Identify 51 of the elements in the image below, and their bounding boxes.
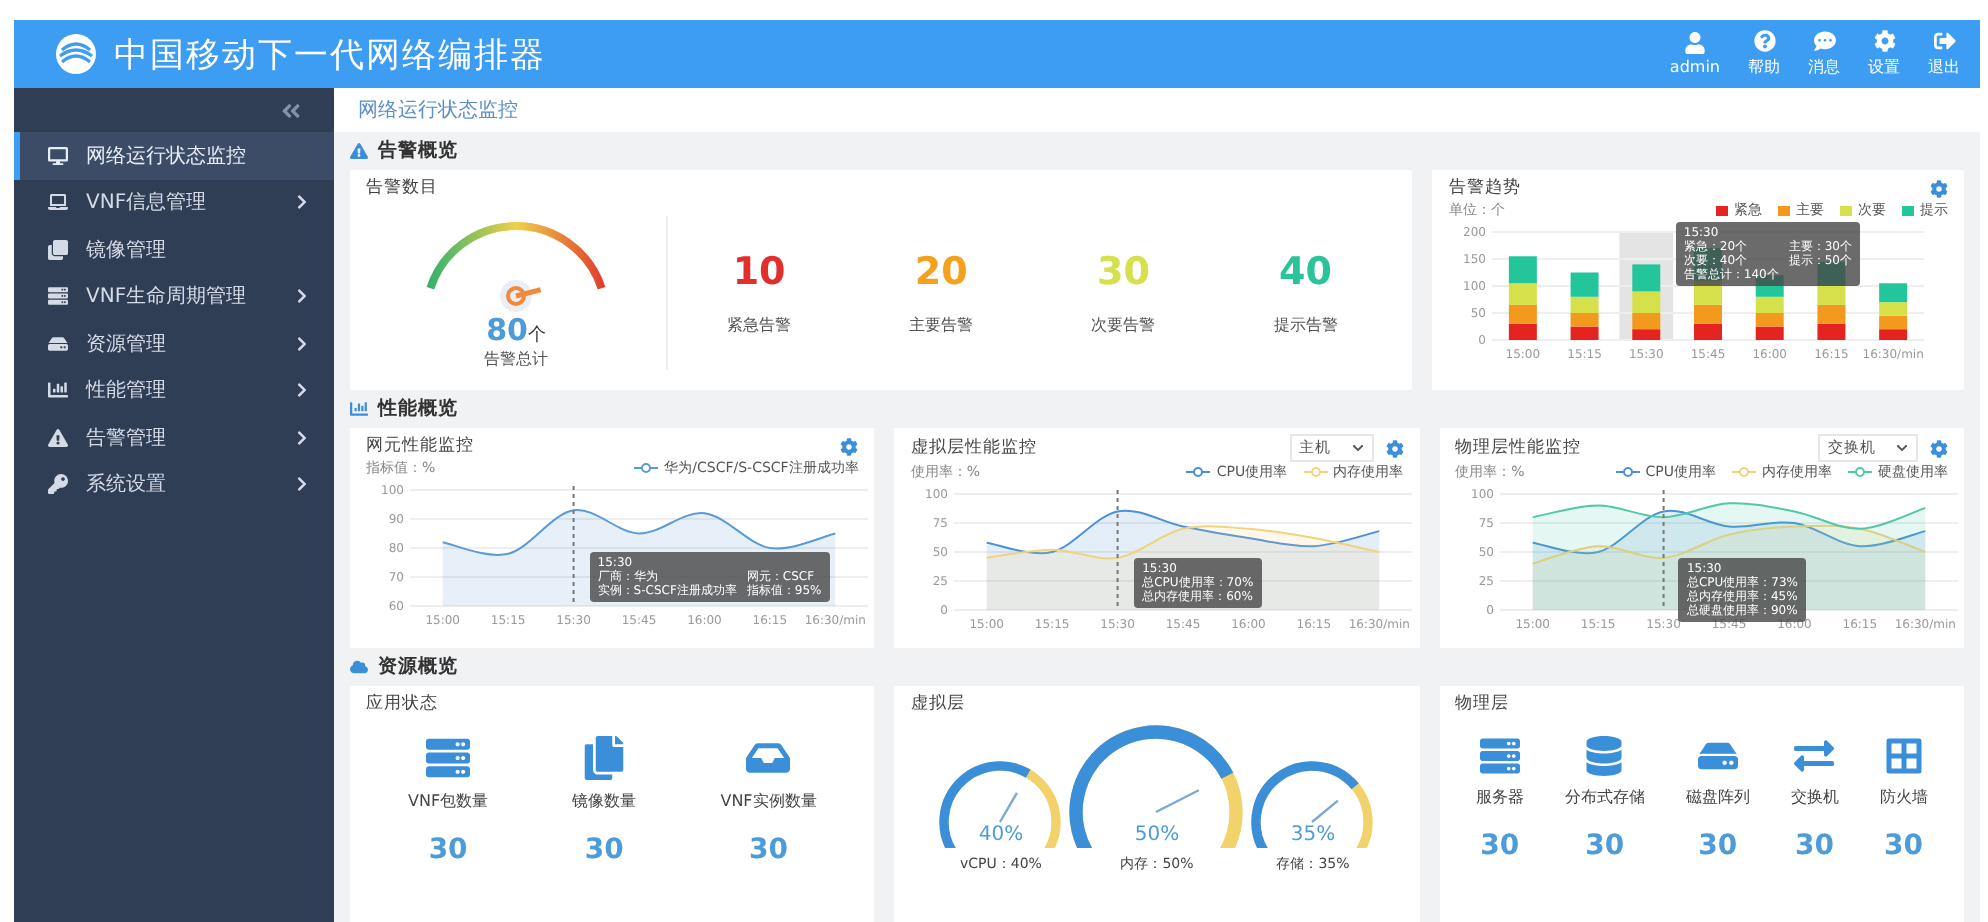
gauge-reading: 50% [1134, 824, 1180, 846]
breadcrumb: 网络运行状态监控 [334, 88, 1980, 132]
alarm-level-label: 提示告警 [1273, 313, 1338, 335]
alarm-total: 80 [486, 311, 528, 347]
card-title: 应用状态 [366, 692, 440, 716]
card-title: 网元性能监控 [366, 434, 474, 458]
resource-count: 30 [1480, 830, 1520, 862]
gauge-reading: 40% [978, 824, 1024, 846]
resource-count: 30 [1698, 830, 1738, 862]
alarm-count: 20 [914, 249, 968, 293]
resource-count: 30 [1795, 830, 1835, 862]
card-title: 告警趋势 [1448, 176, 1521, 200]
section-title: 性能概览 [378, 396, 458, 422]
section-title: 资源概览 [378, 654, 458, 680]
card-title: 虚拟层性能监控 [910, 436, 1037, 460]
alarm-count: 40 [1279, 249, 1332, 293]
unit-label: 个 [527, 323, 546, 347]
alarm-level-label: 次要告警 [1091, 313, 1156, 335]
sidebar-item-label: 资源管理 [86, 331, 166, 358]
resource-label: VNF包数量 [408, 790, 489, 812]
app-title: 中国移动下一代网络编排器 [114, 33, 546, 77]
resource-count: 30 [1884, 830, 1923, 862]
alarm-level-label: 主要告警 [909, 313, 974, 335]
sidebar-item-label: 系统设置 [86, 471, 166, 499]
alarm-total-label: 告警总计 [484, 347, 548, 369]
card-title: 虚拟层 [910, 692, 967, 716]
resource-label: 磁盘阵列 [1685, 786, 1750, 808]
gauge-reading: 35% [1290, 824, 1336, 846]
card-title: 物理层性能监控 [1455, 436, 1582, 460]
alarm-count: 30 [1096, 249, 1150, 293]
resource-label: 服务器 [1475, 786, 1524, 808]
resource-label: 防火墙 [1879, 786, 1928, 808]
resource-label: VNF实例数量 [720, 790, 817, 812]
card-title: 物理层 [1455, 692, 1512, 716]
resource-count: 30 [428, 834, 468, 866]
sidebar-item-label: 告警管理 [86, 425, 166, 452]
resource-count: 30 [1585, 830, 1625, 862]
resource-label: 分布式存储 [1564, 786, 1645, 808]
resource-label: 镜像数量 [572, 790, 637, 812]
section-title: 告警概览 [378, 138, 458, 164]
sidebar-item-label: 性能管理 [86, 377, 166, 405]
sidebar-item-label: VNF生命周期管理 [86, 283, 247, 311]
sidebar-item-label: VNF信息管理 [86, 189, 207, 217]
resource-count: 30 [749, 834, 788, 866]
alarm-level-label: 紧急告警 [727, 313, 792, 335]
alarm-count: 10 [732, 249, 786, 293]
sidebar-item-label: 网络运行状态监控 [86, 143, 246, 170]
resource-count: 30 [584, 834, 624, 866]
sidebar-item-label: 镜像管理 [86, 237, 166, 264]
resource-label: 交换机 [1790, 786, 1839, 808]
card-title: 告警数目 [366, 176, 440, 200]
